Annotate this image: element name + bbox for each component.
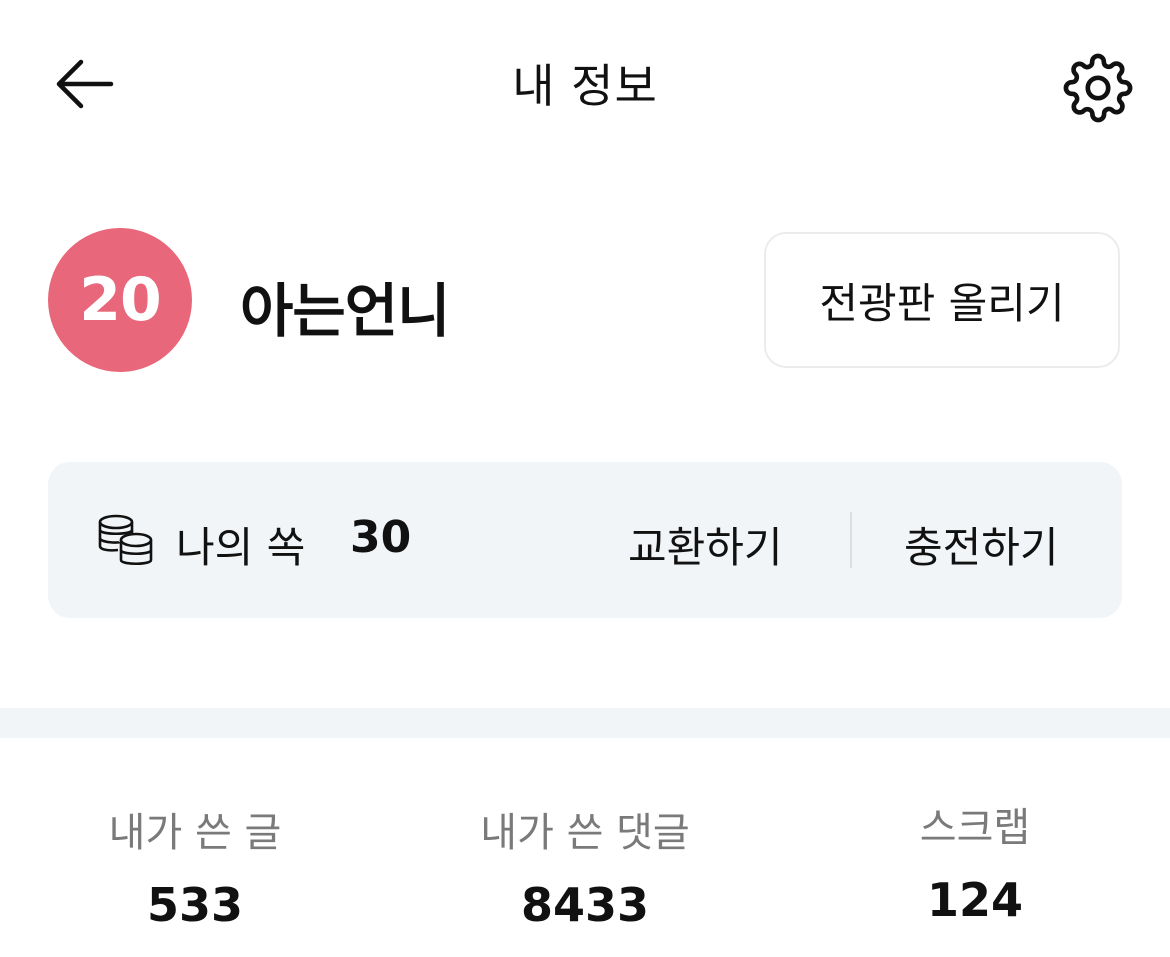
nickname: 아는언니	[240, 277, 450, 345]
stat-label: 내가 쓴 글	[108, 810, 282, 856]
stat-value: 124	[926, 873, 1024, 927]
coin-label: 나의 쏙	[176, 523, 306, 572]
page-title: 내 정보	[512, 59, 658, 113]
gear-icon	[1063, 53, 1133, 123]
exchange-button[interactable]: 교환하기	[628, 514, 783, 575]
coin-value: 30	[350, 512, 412, 563]
age-badge-avatar: 20	[48, 228, 192, 372]
section-divider	[0, 708, 1170, 738]
coins-icon	[98, 514, 153, 566]
top-app-bar: 내 정보	[0, 0, 1170, 165]
coin-balance-panel: 나의 쏙 30 교환하기 충전하기	[48, 462, 1122, 618]
post-to-board-button[interactable]: 전광판 올리기	[764, 232, 1120, 368]
scrap-stat[interactable]: 스크랩 124	[805, 795, 1145, 927]
my-posts-stat[interactable]: 내가 쓴 글 533	[25, 800, 365, 932]
stat-label: 스크랩	[919, 805, 1031, 851]
vertical-divider	[850, 512, 852, 568]
stat-value: 8433	[520, 878, 650, 932]
profile-section: 20 아는언니 전광판 올리기	[0, 220, 1170, 380]
charge-button[interactable]: 충전하기	[904, 514, 1059, 575]
my-info-screen: 내 정보 20 아는언니 전광판 올리기 나의 쏙 30 교환하기 충전하기 내…	[0, 0, 1170, 957]
stat-value: 533	[146, 878, 244, 932]
stat-label: 내가 쓴 댓글	[480, 810, 690, 856]
settings-button[interactable]	[1060, 50, 1136, 126]
my-comments-stat[interactable]: 내가 쓴 댓글 8433	[415, 800, 755, 932]
